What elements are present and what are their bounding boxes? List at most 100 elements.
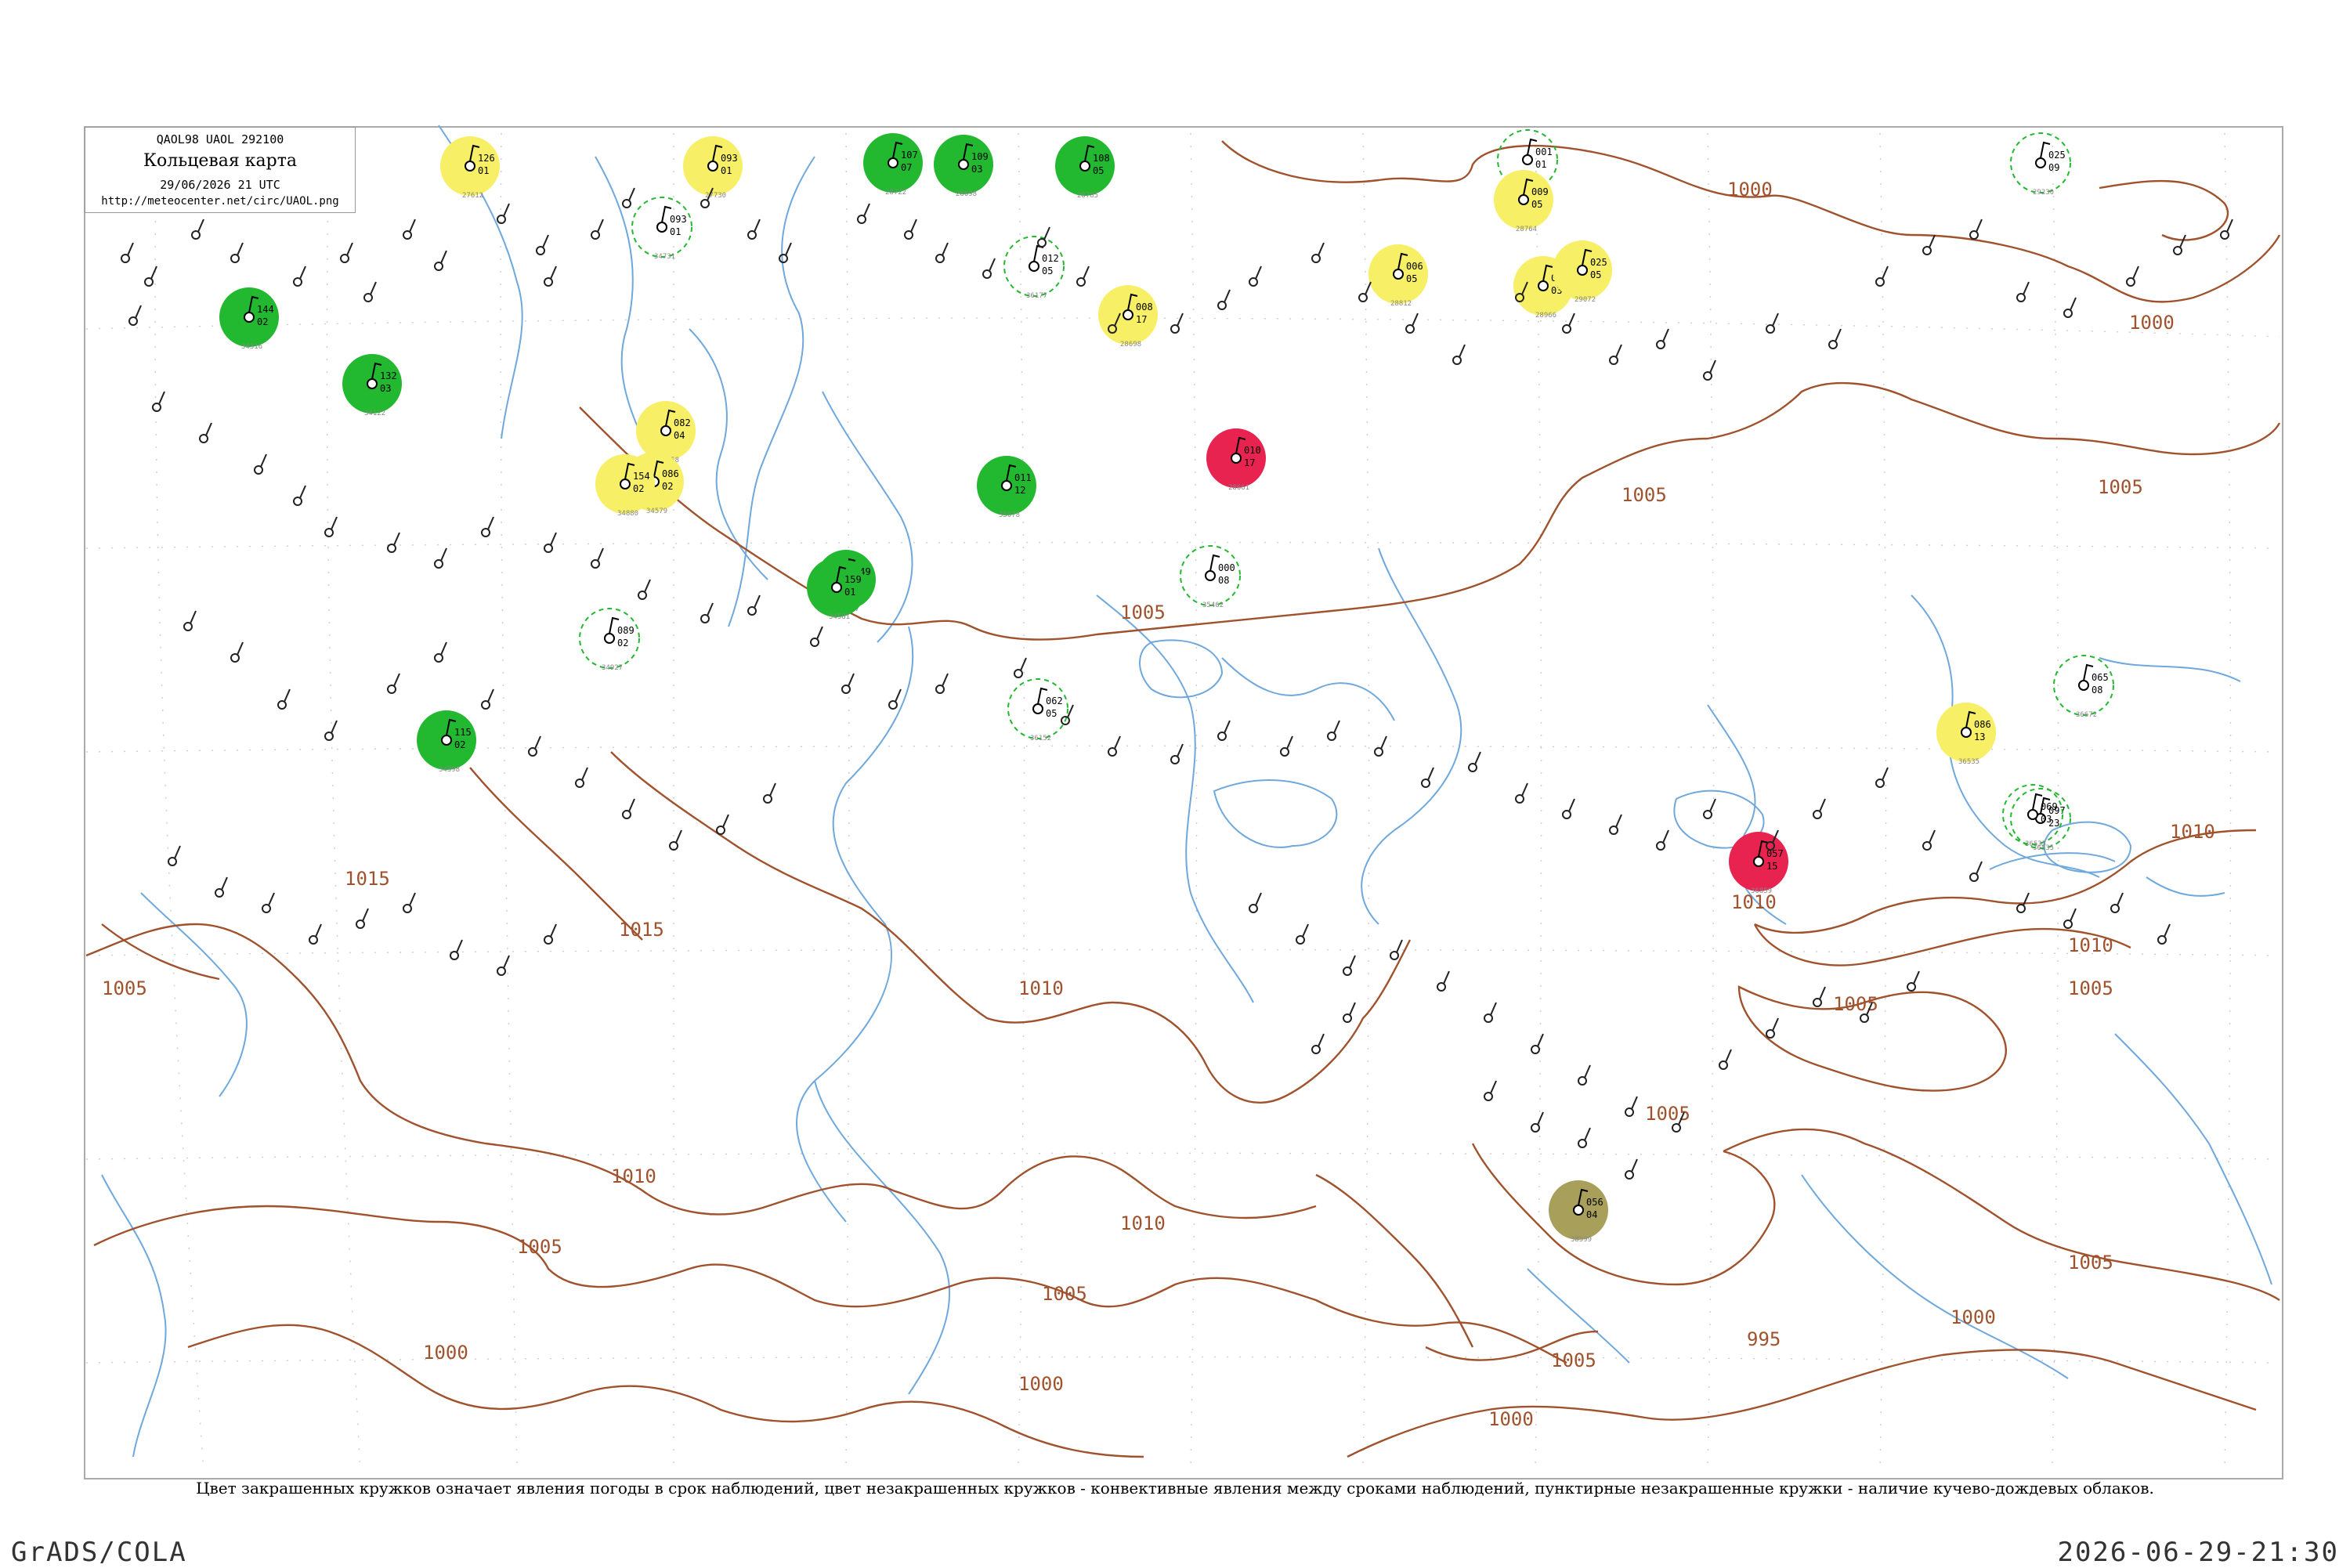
station-circle-icon [888, 700, 898, 710]
station-tendency: 08 [2092, 685, 2102, 695]
isobar-label: 1005 [1042, 1283, 1087, 1305]
station-circle-icon [1875, 277, 1885, 287]
station-circle-icon [1032, 703, 1043, 714]
station-circle-icon [1766, 1029, 1775, 1039]
station-circle-icon [1205, 570, 1216, 581]
wind-barb-icon [1709, 359, 1716, 374]
station-circle-icon [1907, 982, 1916, 992]
wind-barb-icon [315, 923, 322, 938]
station-index: 28661 [1228, 484, 1249, 492]
wind-barb-icon [1318, 242, 1325, 256]
render-timestamp: 2026-06-29-21:30 [2057, 1537, 2339, 1568]
station-circle-icon [1538, 280, 1549, 291]
station-plot: 0571536859 [1729, 832, 1788, 895]
station-circle-icon [1217, 732, 1227, 741]
station-plot: 011 12 35078 [977, 456, 1036, 519]
station-plot: 062 05 36152 [1007, 678, 1068, 742]
wind-barb-icon [542, 234, 549, 248]
wind-barb-icon [1490, 1080, 1497, 1094]
station-index: 34581 [829, 613, 850, 621]
station-pressure: 056 [1586, 1197, 1603, 1208]
station-pressure: 011 [1014, 472, 1032, 483]
station-circle-icon [1703, 371, 1712, 381]
isobar-label: 1010 [2068, 934, 2113, 956]
wind-barb-icon [503, 203, 510, 217]
isobar-label: 1010 [1018, 977, 1064, 999]
station-tendency: 01 [478, 165, 489, 176]
station-circle-icon [2220, 230, 2229, 240]
station-circle-icon [403, 230, 412, 240]
station-circle-icon [763, 794, 772, 804]
wind-barb-icon [1474, 751, 1481, 765]
wind-barb-icon [260, 453, 267, 468]
station-circle-icon [1522, 154, 1533, 165]
station-tendency: 01 [721, 165, 732, 176]
hydrography [101, 125, 2272, 1458]
wind-barb-icon [362, 908, 369, 922]
station-circle-icon [293, 277, 302, 287]
station-pressure: 126 [478, 153, 495, 164]
wind-barb-icon [150, 266, 157, 280]
station-circle-icon [1468, 763, 1477, 772]
station-index: 28785 [1077, 192, 1098, 200]
wind-barb-icon [2023, 281, 2030, 295]
station-circle-icon [1969, 230, 1979, 240]
wind-barb-icon [1412, 313, 1419, 327]
station-pressure: 069 [2041, 801, 2058, 812]
station-circle-icon [1217, 301, 1227, 310]
station-circle-icon [1813, 810, 1822, 819]
station-tendency: 03 [380, 383, 391, 394]
station-tendency: 04 [1586, 1209, 1597, 1220]
wind-barb-icon [785, 242, 792, 256]
station-circle-icon [1703, 810, 1712, 819]
station-circle-icon [199, 434, 208, 443]
station-circle-icon [1311, 254, 1321, 263]
station-circle-icon [497, 966, 506, 976]
station-plot: 069 03 36535 [2002, 784, 2063, 848]
wind-barb-icon [754, 594, 761, 609]
wind-barb-icon [190, 610, 197, 624]
station-plot: 11502 34398 [417, 710, 476, 774]
station-circle-icon [481, 700, 490, 710]
wind-barb-icon [1882, 266, 1889, 280]
wind-barb-icon [1568, 313, 1575, 327]
station-plot: 09301 34731 [631, 197, 692, 261]
station-pressure: 006 [1406, 261, 1423, 272]
station-pressure: 093 [670, 214, 687, 225]
station-pressure: 154 [633, 471, 650, 482]
wind-barb-icon [1929, 829, 1936, 844]
station-pressure: 001 [1535, 146, 1553, 157]
station-tendency: 08 [1218, 575, 1229, 586]
wind-barb-icon [268, 892, 275, 906]
wind-barb-icon [910, 219, 917, 233]
wind-barb-icon [1976, 219, 1983, 233]
isobar-label: 1015 [345, 868, 390, 890]
bulletin-header: QAOL98 UAOL 292100 [156, 132, 284, 146]
station-index: 28722 [885, 189, 906, 197]
station-circle-icon [1437, 982, 1446, 992]
station-index: 36535 [2025, 840, 2046, 848]
source-url[interactable]: http://meteocenter.net/circ/UAOL.png [85, 195, 355, 208]
station-circle-icon [904, 230, 913, 240]
station-index: 38599 [1571, 1236, 1592, 1244]
station-circle-icon [152, 403, 161, 412]
station-circle-icon [831, 582, 842, 593]
station-pressure: 082 [674, 417, 691, 428]
station-index: 34880 [617, 510, 638, 518]
station-pressure: 025 [1590, 257, 1607, 268]
station-circle-icon [1656, 340, 1665, 349]
station-index: 28698 [956, 190, 977, 198]
station-ticks [121, 187, 2233, 1180]
station-circle-icon [575, 779, 584, 788]
wind-barb-icon [158, 391, 165, 405]
station-circle-icon [1609, 826, 1618, 835]
wind-barb-icon [754, 219, 761, 233]
wind-barb-icon [393, 532, 400, 546]
wind-barb-icon [440, 641, 447, 656]
station-circle-icon [2078, 680, 2089, 691]
station-plot: 109 03 28698 [934, 135, 993, 198]
station-circle-icon [230, 653, 240, 663]
wind-barb-icon [2070, 297, 2077, 311]
station-circle-icon [700, 199, 710, 208]
station-pressure: 109 [971, 151, 989, 162]
